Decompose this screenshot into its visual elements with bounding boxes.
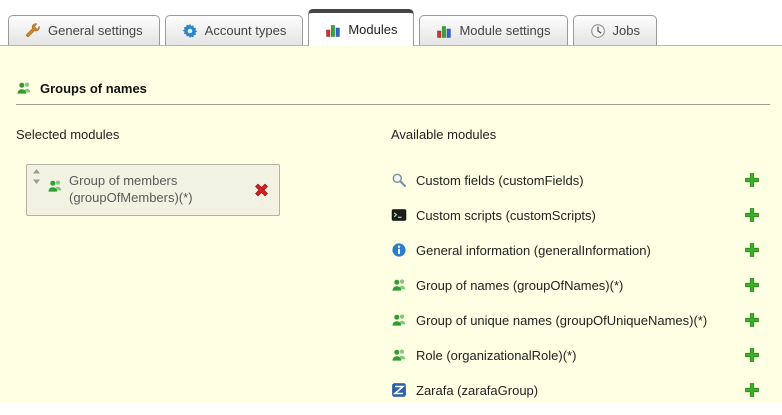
tab-label: Jobs xyxy=(613,23,640,38)
list-item-general-information: General information (generalInformation) xyxy=(391,240,762,260)
tab-bar: General settings Account types Modules M… xyxy=(8,8,782,45)
magnifier-icon xyxy=(391,172,407,188)
available-modules-label: Available modules xyxy=(391,127,762,142)
list-item-group-of-unique-names: Group of unique names (groupOfUniqueName… xyxy=(391,310,762,330)
list-item-zarafa: Zarafa (zarafaGroup) xyxy=(391,380,762,400)
group-icon xyxy=(391,277,407,293)
available-modules-section: Available modules Custom fields (customF… xyxy=(391,127,762,415)
selected-module-id: (groupOfMembers)(*) xyxy=(69,190,245,207)
module-label: Zarafa (zarafaGroup) xyxy=(416,383,744,398)
tab-module-settings[interactable]: Module settings xyxy=(419,15,567,45)
clock-icon xyxy=(590,23,606,39)
selected-module-item: Group of members (groupOfMembers)(*) xyxy=(26,164,280,216)
module-label: Custom scripts (customScripts) xyxy=(416,208,744,223)
tab-jobs[interactable]: Jobs xyxy=(573,15,657,45)
terminal-icon xyxy=(391,207,407,223)
page-title-row: Groups of names xyxy=(0,46,782,104)
group-icon xyxy=(391,347,407,363)
module-label: General information (generalInformation) xyxy=(416,243,744,258)
wrench-icon xyxy=(25,23,41,39)
add-module-button[interactable] xyxy=(744,347,760,363)
tab-label: Module settings xyxy=(459,23,550,38)
group-icon xyxy=(16,80,32,96)
tab-modules[interactable]: Modules xyxy=(308,9,414,46)
tab-account-types[interactable]: Account types xyxy=(165,15,304,45)
add-module-button[interactable] xyxy=(744,242,760,258)
list-item-custom-fields: Custom fields (customFields) xyxy=(391,170,762,190)
module-label: Custom fields (customFields) xyxy=(416,173,744,188)
selected-module-name: Group of members xyxy=(69,173,245,190)
chart-icon xyxy=(436,23,452,39)
group-icon xyxy=(391,312,407,328)
remove-module-button[interactable] xyxy=(253,181,270,198)
add-module-button[interactable] xyxy=(744,277,760,293)
list-item-custom-scripts: Custom scripts (customScripts) xyxy=(391,205,762,225)
group-icon xyxy=(47,178,63,194)
info-icon xyxy=(391,242,407,258)
modules-panel: Groups of names Selected modules Group o… xyxy=(0,45,782,403)
zarafa-icon xyxy=(391,382,407,398)
modules-columns: Selected modules Group of members (group… xyxy=(0,105,782,415)
add-module-button[interactable] xyxy=(744,382,760,398)
chart-icon xyxy=(325,22,341,38)
drag-handle-icon[interactable] xyxy=(32,169,41,184)
add-module-button[interactable] xyxy=(744,172,760,188)
module-label: Role (organizationalRole)(*) xyxy=(416,348,744,363)
tab-label: General settings xyxy=(48,23,143,38)
available-modules-list: Custom fields (customFields) Custom scri… xyxy=(391,170,762,400)
selected-modules-label: Selected modules xyxy=(16,127,391,142)
gear-icon xyxy=(182,23,198,39)
module-label: Group of unique names (groupOfUniqueName… xyxy=(416,313,744,328)
tab-general-settings[interactable]: General settings xyxy=(8,15,160,45)
tab-label: Account types xyxy=(205,23,287,38)
add-module-button[interactable] xyxy=(744,312,760,328)
list-item-group-of-names: Group of names (groupOfNames)(*) xyxy=(391,275,762,295)
page-title: Groups of names xyxy=(40,81,147,96)
add-module-button[interactable] xyxy=(744,207,760,223)
tab-label: Modules xyxy=(348,22,397,37)
module-label: Group of names (groupOfNames)(*) xyxy=(416,278,744,293)
selected-modules-section: Selected modules Group of members (group… xyxy=(16,127,391,415)
list-item-role: Role (organizationalRole)(*) xyxy=(391,345,762,365)
